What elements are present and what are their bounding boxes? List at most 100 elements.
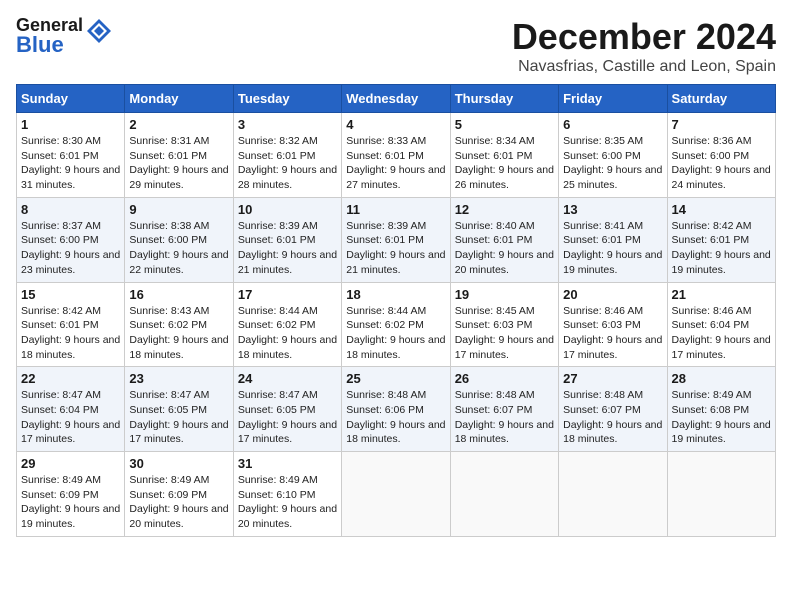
calendar-cell: 31Sunrise: 8:49 AMSunset: 6:10 PMDayligh… xyxy=(233,452,341,537)
calendar-day-header: Wednesday xyxy=(342,85,450,113)
day-number: 16 xyxy=(129,287,228,302)
day-info: Sunrise: 8:49 AMSunset: 6:09 PMDaylight:… xyxy=(21,473,120,532)
calendar-cell: 24 Sunrise: 8:47 AMSunset: 6:05 PMDayligh… xyxy=(233,367,341,452)
calendar-cell: 27 Sunrise: 8:48 AMSunset: 6:07 PMDayligh… xyxy=(559,367,667,452)
calendar-cell: 14 Sunrise: 8:42 AMSunset: 6:01 PMDayligh… xyxy=(667,197,775,282)
calendar-day-header: Friday xyxy=(559,85,667,113)
day-info: Sunrise: 8:44 AMSunset: 6:02 PMDaylight:… xyxy=(346,304,445,363)
day-info: Sunrise: 8:38 AMSunset: 6:00 PMDaylight:… xyxy=(129,219,228,278)
calendar-cell: 12Sunrise: 8:40 AMSunset: 6:01 PMDayligh… xyxy=(450,197,558,282)
day-number: 21 xyxy=(672,287,771,302)
day-info: Sunrise: 8:49 AMSunset: 6:09 PMDaylight:… xyxy=(129,473,228,532)
day-info: Sunrise: 8:43 AMSunset: 6:02 PMDaylight:… xyxy=(129,304,228,363)
day-number: 25 xyxy=(346,371,445,386)
page-title: December 2024 xyxy=(512,16,776,58)
day-info: Sunrise: 8:47 AMSunset: 6:05 PMDaylight:… xyxy=(238,388,337,447)
logo: General Blue xyxy=(16,16,113,56)
day-number: 8 xyxy=(21,202,120,217)
day-number: 29 xyxy=(21,456,120,471)
logo-blue: Blue xyxy=(16,34,83,56)
day-number: 26 xyxy=(455,371,554,386)
day-info: Sunrise: 8:31 AMSunset: 6:01 PMDaylight:… xyxy=(129,134,228,193)
page-header: General Blue December 2024 Navasfrias, C… xyxy=(16,16,776,76)
day-number: 9 xyxy=(129,202,228,217)
day-info: Sunrise: 8:49 AMSunset: 6:10 PMDaylight:… xyxy=(238,473,337,532)
calendar-cell: 19 Sunrise: 8:45 AMSunset: 6:03 PMDayligh… xyxy=(450,282,558,367)
day-info: Sunrise: 8:37 AMSunset: 6:00 PMDaylight:… xyxy=(21,219,120,278)
calendar-cell: 25 Sunrise: 8:48 AMSunset: 6:06 PMDayligh… xyxy=(342,367,450,452)
day-number: 13 xyxy=(563,202,662,217)
calendar-week-row: 29 Sunrise: 8:49 AMSunset: 6:09 PMDayligh… xyxy=(17,452,776,537)
calendar-cell: 8 Sunrise: 8:37 AMSunset: 6:00 PMDaylight… xyxy=(17,197,125,282)
title-block: December 2024 Navasfrias, Castille and L… xyxy=(512,16,776,76)
logo-text: General Blue xyxy=(16,16,83,56)
day-number: 14 xyxy=(672,202,771,217)
day-number: 1 xyxy=(21,117,120,132)
day-info: Sunrise: 8:42 AMSunset: 6:01 PMDaylight:… xyxy=(672,219,771,278)
calendar-week-row: 22 Sunrise: 8:47 AMSunset: 6:04 PMDayligh… xyxy=(17,367,776,452)
calendar-cell: 22 Sunrise: 8:47 AMSunset: 6:04 PMDayligh… xyxy=(17,367,125,452)
day-info: Sunrise: 8:47 AMSunset: 6:05 PMDaylight:… xyxy=(129,388,228,447)
day-number: 23 xyxy=(129,371,228,386)
calendar-cell: 11Sunrise: 8:39 AMSunset: 6:01 PMDayligh… xyxy=(342,197,450,282)
calendar-cell: 2 Sunrise: 8:31 AMSunset: 6:01 PMDaylight… xyxy=(125,113,233,198)
day-number: 7 xyxy=(672,117,771,132)
calendar-cell: 21Sunrise: 8:46 AMSunset: 6:04 PMDayligh… xyxy=(667,282,775,367)
day-number: 2 xyxy=(129,117,228,132)
calendar-cell: 18 Sunrise: 8:44 AMSunset: 6:02 PMDayligh… xyxy=(342,282,450,367)
calendar-cell: 7Sunrise: 8:36 AMSunset: 6:00 PMDaylight… xyxy=(667,113,775,198)
day-info: Sunrise: 8:34 AMSunset: 6:01 PMDaylight:… xyxy=(455,134,554,193)
day-info: Sunrise: 8:45 AMSunset: 6:03 PMDaylight:… xyxy=(455,304,554,363)
day-number: 22 xyxy=(21,371,120,386)
calendar-cell: 10 Sunrise: 8:39 AMSunset: 6:01 PMDayligh… xyxy=(233,197,341,282)
day-number: 19 xyxy=(455,287,554,302)
day-info: Sunrise: 8:39 AMSunset: 6:01 PMDaylight:… xyxy=(238,219,337,278)
day-number: 28 xyxy=(672,371,771,386)
calendar-cell: 29 Sunrise: 8:49 AMSunset: 6:09 PMDayligh… xyxy=(17,452,125,537)
day-info: Sunrise: 8:47 AMSunset: 6:04 PMDaylight:… xyxy=(21,388,120,447)
day-info: Sunrise: 8:48 AMSunset: 6:07 PMDaylight:… xyxy=(563,388,662,447)
calendar-cell: 6Sunrise: 8:35 AMSunset: 6:00 PMDaylight… xyxy=(559,113,667,198)
calendar-cell: 16 Sunrise: 8:43 AMSunset: 6:02 PMDayligh… xyxy=(125,282,233,367)
day-number: 17 xyxy=(238,287,337,302)
day-number: 30 xyxy=(129,456,228,471)
calendar-cell: 1 Sunrise: 8:30 AMSunset: 6:01 PMDaylight… xyxy=(17,113,125,198)
calendar-cell: 9 Sunrise: 8:38 AMSunset: 6:00 PMDaylight… xyxy=(125,197,233,282)
calendar-table: SundayMondayTuesdayWednesdayThursdayFrid… xyxy=(16,84,776,537)
day-info: Sunrise: 8:30 AMSunset: 6:01 PMDaylight:… xyxy=(21,134,120,193)
calendar-cell xyxy=(667,452,775,537)
day-number: 4 xyxy=(346,117,445,132)
calendar-cell: 23 Sunrise: 8:47 AMSunset: 6:05 PMDayligh… xyxy=(125,367,233,452)
calendar-cell: 30 Sunrise: 8:49 AMSunset: 6:09 PMDayligh… xyxy=(125,452,233,537)
calendar-cell: 26 Sunrise: 8:48 AMSunset: 6:07 PMDayligh… xyxy=(450,367,558,452)
calendar-cell: 3Sunrise: 8:32 AMSunset: 6:01 PMDaylight… xyxy=(233,113,341,198)
calendar-header-row: SundayMondayTuesdayWednesdayThursdayFrid… xyxy=(17,85,776,113)
day-number: 24 xyxy=(238,371,337,386)
calendar-cell: 15 Sunrise: 8:42 AMSunset: 6:01 PMDayligh… xyxy=(17,282,125,367)
calendar-cell: 13Sunrise: 8:41 AMSunset: 6:01 PMDayligh… xyxy=(559,197,667,282)
calendar-cell: 17 Sunrise: 8:44 AMSunset: 6:02 PMDayligh… xyxy=(233,282,341,367)
day-number: 27 xyxy=(563,371,662,386)
calendar-cell: 5 Sunrise: 8:34 AMSunset: 6:01 PMDaylight… xyxy=(450,113,558,198)
day-number: 10 xyxy=(238,202,337,217)
day-info: Sunrise: 8:33 AMSunset: 6:01 PMDaylight:… xyxy=(346,134,445,193)
calendar-cell xyxy=(450,452,558,537)
calendar-cell: 4 Sunrise: 8:33 AMSunset: 6:01 PMDaylight… xyxy=(342,113,450,198)
day-info: Sunrise: 8:39 AMSunset: 6:01 PMDaylight:… xyxy=(346,219,445,278)
day-info: Sunrise: 8:42 AMSunset: 6:01 PMDaylight:… xyxy=(21,304,120,363)
day-number: 3 xyxy=(238,117,337,132)
day-number: 5 xyxy=(455,117,554,132)
calendar-cell xyxy=(342,452,450,537)
day-info: Sunrise: 8:48 AMSunset: 6:06 PMDaylight:… xyxy=(346,388,445,447)
day-info: Sunrise: 8:40 AMSunset: 6:01 PMDaylight:… xyxy=(455,219,554,278)
calendar-day-header: Thursday xyxy=(450,85,558,113)
day-info: Sunrise: 8:48 AMSunset: 6:07 PMDaylight:… xyxy=(455,388,554,447)
day-number: 20 xyxy=(563,287,662,302)
calendar-week-row: 1 Sunrise: 8:30 AMSunset: 6:01 PMDaylight… xyxy=(17,113,776,198)
day-info: Sunrise: 8:44 AMSunset: 6:02 PMDaylight:… xyxy=(238,304,337,363)
day-number: 18 xyxy=(346,287,445,302)
calendar-day-header: Monday xyxy=(125,85,233,113)
calendar-day-header: Tuesday xyxy=(233,85,341,113)
day-number: 15 xyxy=(21,287,120,302)
day-info: Sunrise: 8:46 AMSunset: 6:03 PMDaylight:… xyxy=(563,304,662,363)
